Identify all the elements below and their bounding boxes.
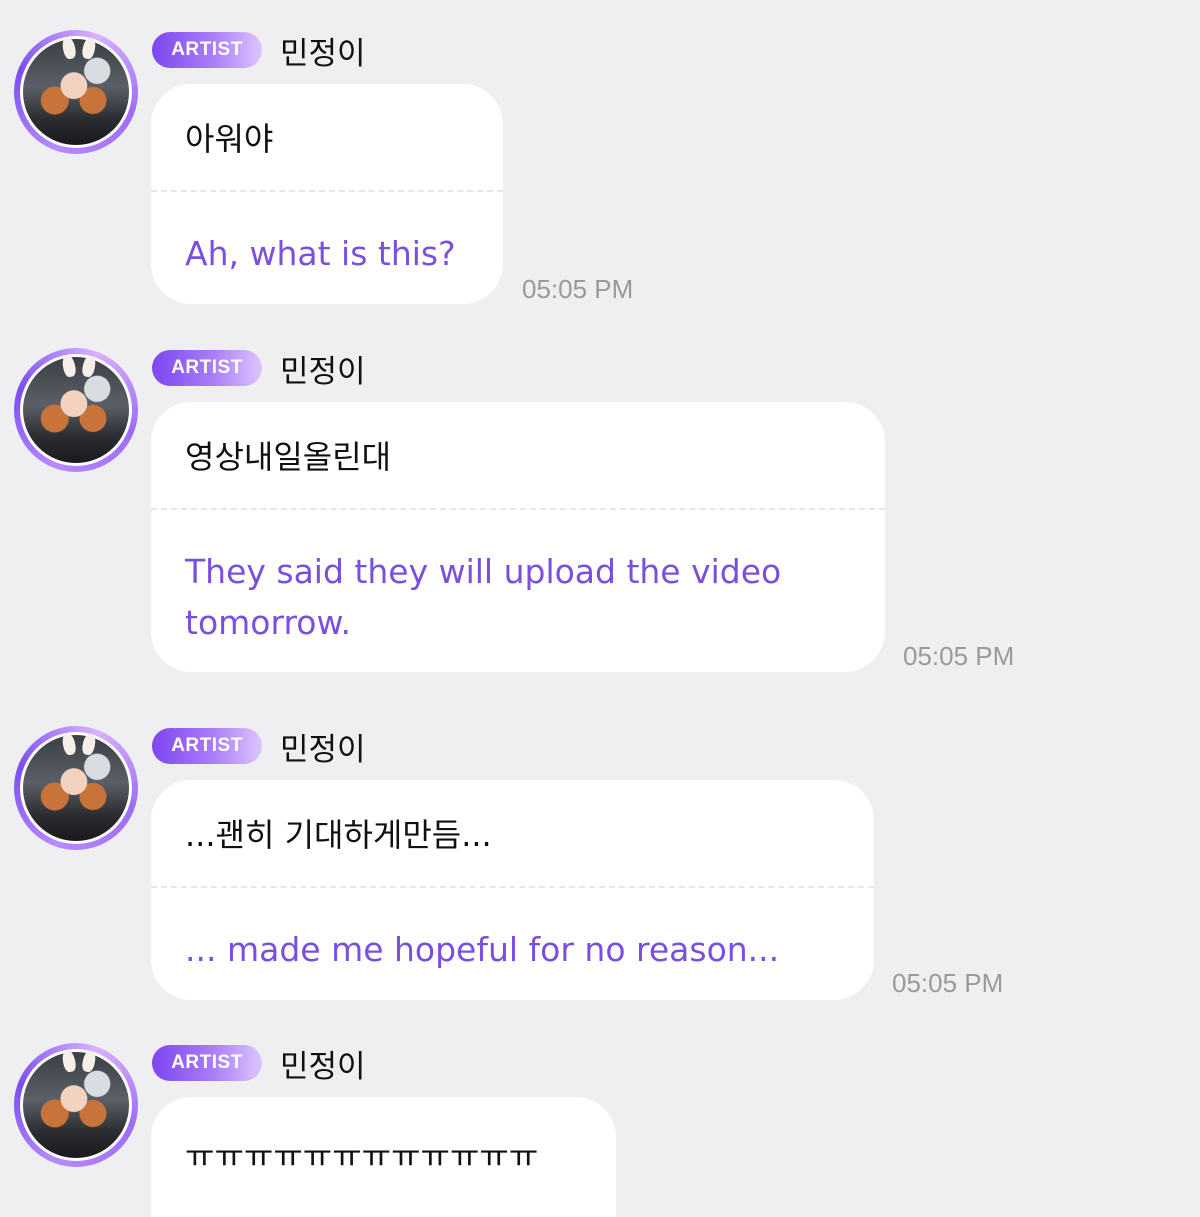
message-bubble[interactable]: 영상내일올린대 They said they will upload the v… xyxy=(151,402,885,672)
original-text: 영상내일올린대 xyxy=(185,438,392,476)
translated-text: Ah, what is this? xyxy=(185,234,456,273)
sender-name[interactable]: 민정이 xyxy=(280,1041,366,1086)
sender-name[interactable]: 민정이 xyxy=(280,346,366,391)
chat-message: ARTIST 민정이 아워야 Ah, what is this? 05:05 P… xyxy=(0,0,1200,320)
artist-badge: ARTIST xyxy=(152,1045,262,1081)
artist-badge: ARTIST xyxy=(152,350,262,386)
artist-badge: ARTIST xyxy=(152,728,262,764)
avatar[interactable] xyxy=(14,30,138,154)
avatar[interactable] xyxy=(14,348,138,472)
chat-message: ARTIST 민정이 ...괜히 기대하게만듬... ... made me h… xyxy=(0,696,1200,1016)
avatar[interactable] xyxy=(14,1043,138,1167)
original-text: ...괜히 기대하게만듬... xyxy=(185,816,492,854)
avatar[interactable] xyxy=(14,726,138,850)
translated-text: ... made me hopeful for no reason... xyxy=(185,930,780,969)
message-bubble[interactable]: ㅠㅠㅠㅠㅠㅠㅠㅠㅠㅠㅠㅠ xyxy=(151,1097,616,1217)
sender-name[interactable]: 민정이 xyxy=(280,724,366,769)
timestamp: 05:05 PM xyxy=(892,968,1004,998)
artist-badge: ARTIST xyxy=(152,32,262,68)
chat-message: ARTIST 민정이 영상내일올린대 They said they will u… xyxy=(0,318,1200,688)
timestamp: 05:05 PM xyxy=(903,641,1015,671)
chat-message: ARTIST 민정이 ㅠㅠㅠㅠㅠㅠㅠㅠㅠㅠㅠㅠ xyxy=(0,1013,1200,1217)
sender-name[interactable]: 민정이 xyxy=(280,28,366,73)
original-text: ㅠㅠㅠㅠㅠㅠㅠㅠㅠㅠㅠㅠ xyxy=(185,1137,539,1175)
message-bubble[interactable]: 아워야 Ah, what is this? xyxy=(151,84,503,304)
translated-text: They said they will upload the video tom… xyxy=(185,552,782,642)
original-text: 아워야 xyxy=(185,120,274,158)
message-bubble[interactable]: ...괜히 기대하게만듬... ... made me hopeful for … xyxy=(151,780,874,1000)
timestamp: 05:05 PM xyxy=(522,274,634,304)
